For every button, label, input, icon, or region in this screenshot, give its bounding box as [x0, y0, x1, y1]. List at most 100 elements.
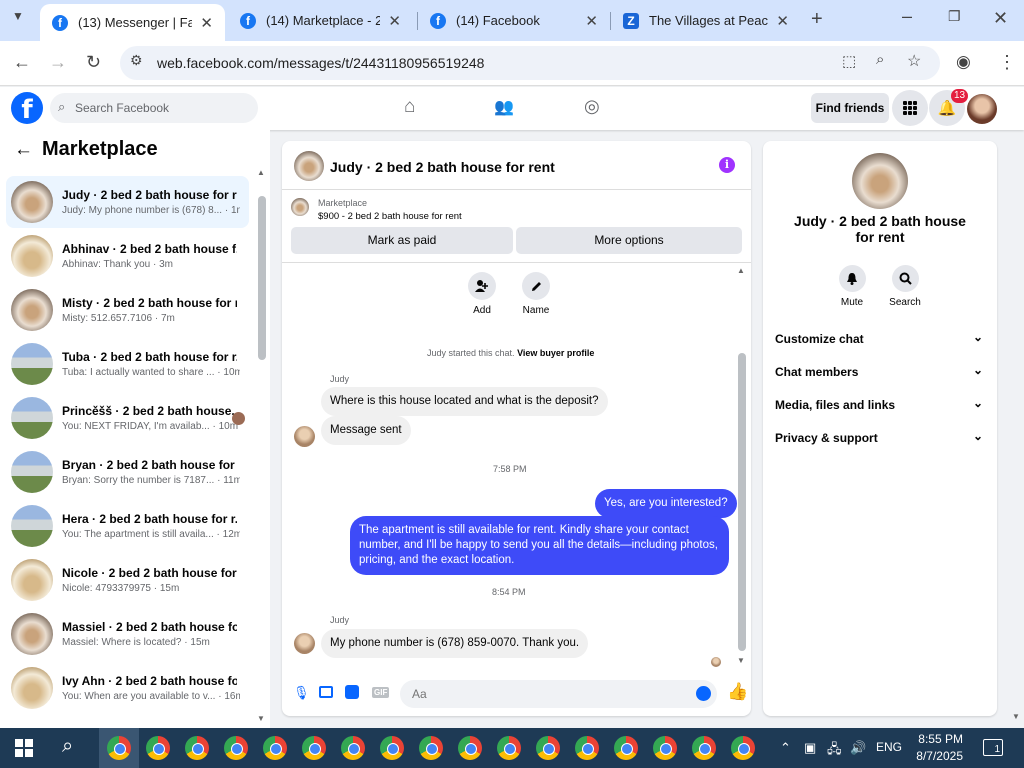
sender-avatar[interactable] — [294, 633, 315, 654]
conversation-item[interactable]: Abhinav · 2 bed 2 bath house f... Abhinav… — [6, 230, 249, 282]
chrome-taskbar-icon[interactable] — [380, 736, 404, 760]
thumbs-up-icon[interactable]: 👍 — [727, 682, 748, 702]
bookmark-star-icon[interactable]: ☆ — [907, 51, 921, 71]
reload-icon[interactable]: ↻ — [86, 52, 101, 73]
chrome-taskbar-icon[interactable] — [302, 736, 326, 760]
find-friends-button[interactable]: Find friends — [811, 93, 889, 123]
close-tab-icon[interactable]: ✕ — [200, 14, 213, 32]
groups-icon[interactable]: ◎ — [584, 96, 600, 117]
message-input[interactable] — [400, 680, 670, 708]
back-icon[interactable]: ← — [13, 52, 31, 73]
tab-messenger[interactable]: f (13) Messenger | Facebook ✕ — [40, 4, 225, 41]
profile-icon[interactable]: ◉ — [956, 52, 971, 72]
account-avatar[interactable] — [967, 94, 997, 124]
language-indicator[interactable]: ENG — [876, 740, 902, 754]
chat-members-row[interactable]: Chat members ⌄ — [775, 363, 985, 379]
chat-scrollbar[interactable] — [738, 353, 746, 651]
chrome-taskbar-icon[interactable] — [224, 736, 248, 760]
privacy-support-row[interactable]: Privacy & support ⌄ — [775, 429, 985, 445]
conversation-item[interactable]: Misty · 2 bed 2 bath house for r... Misty… — [6, 284, 249, 336]
chrome-taskbar-icon[interactable] — [146, 736, 170, 760]
media-files-links-row[interactable]: Media, files and links ⌄ — [775, 396, 985, 412]
chrome-taskbar-icon[interactable] — [614, 736, 638, 760]
listing-title[interactable]: $900 - 2 bed 2 bath house for rent — [318, 211, 462, 222]
photo-icon[interactable] — [319, 686, 333, 698]
chrome-taskbar-icon[interactable] — [536, 736, 560, 760]
chat-title[interactable]: Judy · 2 bed 2 bath house for rent — [330, 159, 555, 175]
forward-icon[interactable]: → — [49, 52, 67, 73]
chrome-taskbar-icon[interactable] — [107, 736, 131, 760]
chrome-taskbar-icon[interactable] — [497, 736, 521, 760]
back-arrow-icon[interactable]: ← — [14, 139, 33, 161]
customize-chat-row[interactable]: Customize chat ⌄ — [775, 330, 985, 346]
chrome-taskbar-icon[interactable] — [653, 736, 677, 760]
zoom-icon[interactable]: ⌕ — [876, 51, 884, 68]
message-composer[interactable] — [400, 680, 717, 708]
install-app-icon[interactable]: ⬚ — [842, 52, 856, 70]
more-options-button[interactable]: More options — [516, 227, 742, 254]
conversation-item[interactable]: Tuba · 2 bed 2 bath house for r... Tuba: … — [6, 338, 249, 390]
chrome-taskbar-icon[interactable] — [731, 736, 755, 760]
chat-avatar[interactable] — [294, 151, 324, 181]
scroll-down-icon[interactable]: ▼ — [257, 714, 265, 723]
message-bubble-outgoing[interactable]: The apartment is still available for ren… — [350, 516, 729, 575]
scroll-up-icon[interactable]: ▲ — [737, 266, 745, 275]
chrome-taskbar-icon[interactable] — [341, 736, 365, 760]
message-bubble-incoming[interactable]: Message sent — [321, 416, 411, 445]
sender-avatar[interactable] — [294, 426, 315, 447]
left-scrollbar[interactable] — [258, 196, 266, 360]
chrome-menu-icon[interactable]: ⋮ — [998, 52, 1016, 73]
chat-info-avatar[interactable] — [852, 153, 908, 209]
chrome-taskbar-icon[interactable] — [458, 736, 482, 760]
close-tab-icon[interactable]: ✕ — [388, 12, 401, 30]
conversation-item[interactable]: Ivy Ahn · 2 bed 2 bath house fo... You: W… — [6, 662, 249, 714]
tray-chevron-icon[interactable]: ⌃ — [780, 740, 791, 756]
conversation-item[interactable]: Massiel · 2 bed 2 bath house fo... Massie… — [6, 608, 249, 660]
tray-camera-icon[interactable]: ▣ — [804, 740, 816, 756]
chrome-taskbar-icon[interactable] — [575, 736, 599, 760]
conversation-item[interactable]: Hera · 2 bed 2 bath house for r... You: T… — [6, 500, 249, 552]
search-facebook-field[interactable]: ⌕ Search Facebook — [50, 93, 258, 123]
sticker-icon[interactable] — [345, 685, 359, 699]
info-icon[interactable]: i — [719, 157, 735, 173]
conversation-item[interactable]: Judy · 2 bed 2 bath house for re... Judy:… — [6, 176, 249, 228]
scroll-up-icon[interactable]: ▲ — [257, 168, 265, 177]
scroll-down-icon[interactable]: ▼ — [737, 656, 745, 665]
restore-icon[interactable]: ❐ — [948, 8, 961, 25]
emoji-icon[interactable] — [696, 686, 711, 701]
mute-button[interactable]: Mute — [837, 265, 867, 308]
conversation-item[interactable]: Nicole · 2 bed 2 bath house for ... Nicol… — [6, 554, 249, 606]
conversation-item[interactable]: Bryan · 2 bed 2 bath house for r... Bryan… — [6, 446, 249, 498]
menu-grid-icon[interactable] — [892, 90, 928, 126]
search-chat-button[interactable]: Search — [889, 265, 921, 308]
voice-clip-icon[interactable]: 🎙 — [293, 685, 310, 701]
new-tab-icon[interactable]: + — [811, 8, 823, 31]
gif-icon[interactable]: GIF — [372, 687, 390, 698]
add-action[interactable]: Add — [467, 272, 497, 316]
chrome-taskbar-icon[interactable] — [185, 736, 209, 760]
windows-start-icon[interactable] — [15, 739, 33, 760]
chrome-taskbar-icon[interactable] — [419, 736, 443, 760]
taskbar-search-icon[interactable]: ⌕ — [62, 735, 73, 758]
message-bubble-incoming[interactable]: My phone number is (678) 859-0070. Thank… — [321, 629, 589, 658]
home-icon[interactable]: ⌂ — [404, 96, 415, 118]
page-scroll-down-icon[interactable]: ▼ — [1012, 712, 1020, 721]
facebook-logo[interactable]: f — [11, 92, 43, 125]
view-buyer-profile-link[interactable]: View buyer profile — [517, 348, 594, 358]
network-icon[interactable]: 🖧 — [827, 740, 842, 762]
action-center-icon[interactable]: 1 — [983, 739, 1003, 756]
conversation-item[interactable]: Princěšš · 2 bed 2 bath house... You: NEX… — [6, 392, 249, 444]
close-window-icon[interactable]: ✕ — [993, 8, 1008, 29]
tab-marketplace[interactable]: f (14) Marketplace - 2 bed ✕ — [228, 0, 413, 41]
url-field[interactable]: ⚙ web.facebook.com/messages/t/2443118095… — [120, 46, 940, 80]
message-bubble-incoming[interactable]: Where is this house located and what is … — [321, 387, 608, 416]
message-bubble-outgoing[interactable]: Yes, are you interested? — [595, 489, 737, 518]
minimize-icon[interactable]: – — [902, 6, 912, 27]
chrome-taskbar-icon[interactable] — [692, 736, 716, 760]
close-tab-icon[interactable]: ✕ — [585, 12, 598, 30]
volume-icon[interactable]: 🔊 — [850, 740, 866, 756]
chrome-taskbar-icon[interactable] — [263, 736, 287, 760]
tab-search-icon[interactable]: ▼ — [12, 9, 24, 23]
tab-villages[interactable]: Z The Villages at Peachetree ✕ — [611, 0, 801, 41]
site-info-icon[interactable]: ⚙ — [130, 52, 143, 69]
